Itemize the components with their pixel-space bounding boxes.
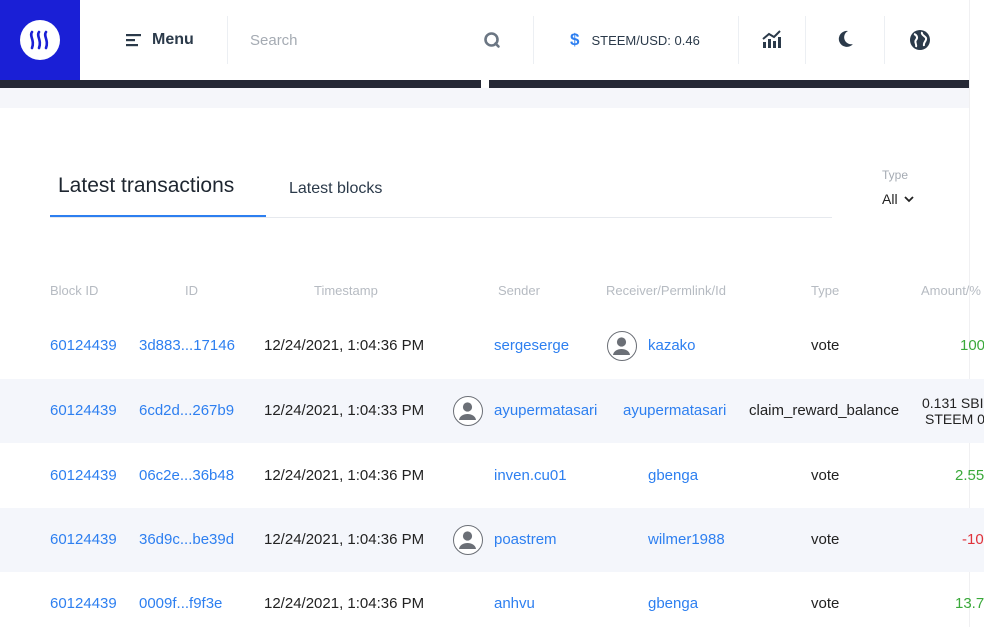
steem-price: $ STEEM/USD: 0.46 <box>570 30 700 50</box>
transaction-id-link[interactable]: 3d883...17146 <box>139 337 235 355</box>
transaction-id-link[interactable]: 6cd2d...267b9 <box>139 402 234 420</box>
timestamp-cell: 12/24/2021, 1:04:36 PM <box>264 467 425 484</box>
logo-circle <box>20 20 60 60</box>
tab-latest-transactions[interactable]: Latest transactions <box>50 174 266 218</box>
top-header: Menu $ STEEM/USD: 0.46 <box>0 0 970 80</box>
header-divider <box>805 16 806 64</box>
type-cell: claim_reward_balance <box>749 402 900 419</box>
receiver-link[interactable]: gbenga <box>648 467 698 485</box>
amount-cell: 13.7 <box>955 595 984 612</box>
dark-bar <box>489 80 969 88</box>
amount-cell: -10 <box>962 531 984 548</box>
type-filter-select[interactable]: All <box>882 191 914 207</box>
header-divider <box>738 16 739 64</box>
dollar-icon: $ <box>570 30 580 49</box>
steem-logo[interactable] <box>0 0 80 80</box>
amount-cell: 100 <box>960 337 984 354</box>
header-divider <box>884 16 885 64</box>
user-icon <box>459 402 476 420</box>
sender-link[interactable]: sergeserge <box>494 337 569 355</box>
sender-link[interactable]: anhvu <box>494 595 535 613</box>
header-divider <box>533 16 534 64</box>
tab-label: Latest transactions <box>58 174 235 197</box>
receiver-link[interactable]: gbenga <box>648 595 698 613</box>
col-header-amount: Amount/% <box>921 283 981 298</box>
steem-logo-icon <box>29 30 49 50</box>
timestamp-cell: 12/24/2021, 1:04:36 PM <box>264 531 425 548</box>
col-header-timestamp: Timestamp <box>314 283 378 298</box>
sender-link[interactable]: poastrem <box>494 531 557 549</box>
timestamp-cell: 12/24/2021, 1:04:33 PM <box>264 402 425 419</box>
menu-label: Menu <box>152 31 194 48</box>
type-cell: vote <box>811 337 840 354</box>
timestamp-cell: 12/24/2021, 1:04:36 PM <box>264 337 425 354</box>
receiver-link[interactable]: wilmer1988 <box>648 531 725 549</box>
block-id-link[interactable]: 60124439 <box>50 531 117 549</box>
transaction-id-link[interactable]: 06c2e...36b48 <box>139 467 234 485</box>
moon-icon[interactable] <box>835 29 855 49</box>
transaction-id-link[interactable]: 36d9c...be39d <box>139 531 234 549</box>
tab-latest-blocks[interactable]: Latest blocks <box>289 180 382 198</box>
type-filter-value: All <box>882 191 898 207</box>
type-cell: vote <box>811 467 840 484</box>
col-header-receiver: Receiver/Permlink/Id <box>606 283 726 298</box>
search-input[interactable] <box>250 28 470 52</box>
timestamp-cell: 12/24/2021, 1:04:36 PM <box>264 595 425 612</box>
header-divider <box>227 16 228 64</box>
col-header-type: Type <box>811 283 840 298</box>
block-id-link[interactable]: 60124439 <box>50 337 117 355</box>
subbar <box>0 88 969 108</box>
receiver-link[interactable]: ayupermatasari <box>623 402 726 420</box>
sender-link[interactable]: ayupermatasari <box>494 402 597 420</box>
menu-button[interactable]: Menu <box>126 28 194 52</box>
receiver-link[interactable]: kazako <box>648 337 696 355</box>
block-id-link[interactable]: 60124439 <box>50 402 117 420</box>
amount-cell: STEEM 0 <box>925 411 984 427</box>
user-avatar[interactable] <box>453 525 483 555</box>
type-cell: vote <box>811 595 840 612</box>
search-icon[interactable] <box>483 31 501 49</box>
price-label: STEEM/USD: 0.46 <box>591 32 700 48</box>
menu-icon <box>126 34 141 47</box>
amount-cell: 2.55 <box>955 467 984 484</box>
block-id-link[interactable]: 60124439 <box>50 595 117 613</box>
col-header-sender: Sender <box>498 283 540 298</box>
user-icon <box>459 531 476 549</box>
tabs-divider <box>50 217 832 218</box>
block-id-link[interactable]: 60124439 <box>50 467 117 485</box>
col-header-block-id: Block ID <box>50 283 99 298</box>
type-filter-label: Type <box>882 168 909 182</box>
chevron-down-icon <box>903 195 914 202</box>
user-avatar[interactable] <box>607 331 637 361</box>
user-icon <box>613 337 630 355</box>
sender-link[interactable]: inven.cu01 <box>494 467 567 485</box>
type-cell: vote <box>811 531 840 548</box>
user-avatar[interactable] <box>453 396 483 426</box>
col-header-id: ID <box>185 283 198 298</box>
chart-icon[interactable] <box>762 29 782 49</box>
globe-icon[interactable] <box>909 29 931 51</box>
transaction-id-link[interactable]: 0009f...f9f3e <box>139 595 222 613</box>
dark-bar <box>0 80 481 88</box>
